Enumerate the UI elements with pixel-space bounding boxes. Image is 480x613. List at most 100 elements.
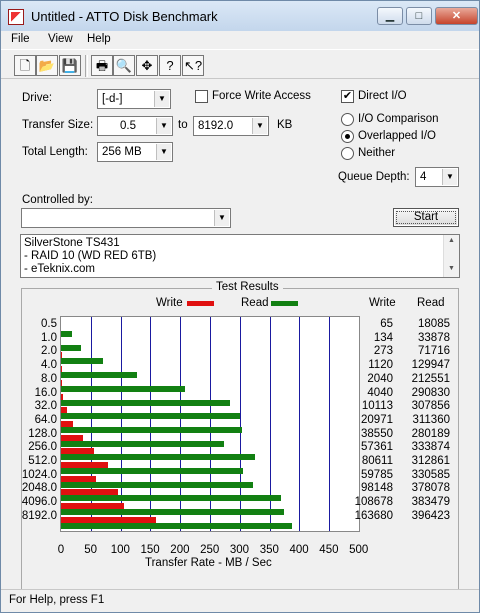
x-tick-label: 100 xyxy=(110,544,130,556)
write-column-header: Write xyxy=(369,297,396,309)
read-value: 333874 xyxy=(411,441,450,454)
direct-io-label: Direct I/O xyxy=(358,90,407,102)
write-value: 273 xyxy=(373,345,393,358)
read-column-header: Read xyxy=(417,297,445,309)
scroll-down-icon[interactable]: ▼ xyxy=(448,265,455,272)
save-icon[interactable]: 💾 xyxy=(59,55,81,76)
chevron-down-icon: ▼ xyxy=(214,210,229,226)
read-value: 290830 xyxy=(411,386,450,399)
category-label: 128.0 xyxy=(28,427,57,440)
window-title: Untitled - ATTO Disk Benchmark xyxy=(31,9,218,24)
transfer-size-label: Transfer Size: xyxy=(22,119,94,131)
help-icon[interactable]: ? xyxy=(159,55,181,76)
category-label: 4096.0 xyxy=(21,496,57,509)
queue-depth-label: Queue Depth: xyxy=(338,171,410,183)
print-icon[interactable]: 🖶 xyxy=(91,55,113,76)
category-label: 8192.0 xyxy=(21,509,57,522)
read-legend-swatch xyxy=(271,301,298,306)
category-label: 1.0 xyxy=(41,331,57,344)
x-tick-label: 350 xyxy=(259,544,279,556)
x-axis-title: Transfer Rate - MB / Sec xyxy=(145,557,272,569)
read-bar xyxy=(61,454,256,461)
write-value: 57361 xyxy=(361,441,393,454)
chevron-down-icon: ▼ xyxy=(156,118,171,134)
chevron-down-icon: ▼ xyxy=(442,169,457,185)
toolbar: 🗋 📂 💾 🖶 🔍 ✥ ? ↖? xyxy=(1,49,479,79)
unit-label: KB xyxy=(277,119,293,131)
menu-help[interactable]: Help xyxy=(87,33,111,45)
x-tick-label: 300 xyxy=(229,544,250,556)
write-value: 38550 xyxy=(361,427,393,440)
x-tick-label: 400 xyxy=(289,544,309,556)
close-button[interactable]: ✕ xyxy=(435,7,478,25)
notes-line: - RAID 10 (WD RED 6TB) xyxy=(24,250,157,262)
read-value: 33878 xyxy=(418,331,450,344)
write-legend-swatch xyxy=(187,301,214,306)
notes-scrollbar[interactable]: ▲ ▼ xyxy=(443,235,459,277)
new-icon[interactable]: 🗋 xyxy=(14,55,36,76)
force-write-checkbox[interactable] xyxy=(195,90,208,103)
read-legend-label: Read xyxy=(241,297,269,309)
read-bar xyxy=(61,495,282,502)
minimize-button[interactable]: ▁ xyxy=(377,7,403,25)
maximize-button[interactable]: □ xyxy=(406,7,432,25)
x-tick-label: 450 xyxy=(319,544,339,556)
controlled-by-select[interactable]: ▼ xyxy=(21,208,231,228)
gridline xyxy=(329,317,331,531)
start-button[interactable]: Start xyxy=(393,208,459,227)
atto-window: Untitled - ATTO Disk Benchmark ▁ □ ✕ Fil… xyxy=(0,0,480,613)
write-value: 108678 xyxy=(354,496,393,509)
chevron-down-icon: ▼ xyxy=(156,144,171,160)
open-icon[interactable]: 📂 xyxy=(36,55,58,76)
notes-textarea[interactable]: SilverStone TS431 - RAID 10 (WD RED 6TB)… xyxy=(20,234,460,278)
write-value: 10113 xyxy=(361,400,393,413)
scroll-up-icon[interactable]: ▲ xyxy=(448,237,455,244)
transfer-from-select[interactable]: 0.5 ▼ xyxy=(97,116,173,136)
read-bar xyxy=(61,358,103,365)
category-label: 64.0 xyxy=(34,413,57,426)
read-bar xyxy=(61,481,254,488)
read-bar xyxy=(61,385,185,392)
queue-depth-select[interactable]: 4 ▼ xyxy=(415,167,459,187)
neither-radio[interactable] xyxy=(341,147,354,160)
transfer-to-value: 8192.0 xyxy=(198,120,234,132)
category-label: 256.0 xyxy=(28,441,57,454)
drive-select[interactable]: [-d-] ▼ xyxy=(97,89,171,109)
drive-value: [-d-] xyxy=(102,93,123,105)
menu-view[interactable]: View xyxy=(48,33,73,45)
category-label: 2048.0 xyxy=(21,482,57,495)
read-value: 307856 xyxy=(411,400,450,413)
io-comparison-label: I/O Comparison xyxy=(358,113,439,125)
to-label: to xyxy=(178,119,188,131)
move-icon[interactable]: ✥ xyxy=(136,55,158,76)
x-tick-label: 150 xyxy=(140,544,160,556)
print-preview-icon[interactable]: 🔍 xyxy=(113,55,135,76)
write-value: 1120 xyxy=(368,359,393,372)
x-tick-label: 200 xyxy=(170,544,190,556)
context-help-icon[interactable]: ↖? xyxy=(182,55,204,76)
total-length-label: Total Length: xyxy=(22,146,88,158)
category-label: 16.0 xyxy=(34,386,57,399)
controlled-by-label: Controlled by: xyxy=(22,194,93,206)
category-label: 2.0 xyxy=(41,345,57,358)
x-tick-label: 50 xyxy=(84,544,97,556)
transfer-to-select[interactable]: 8192.0 ▼ xyxy=(193,116,269,136)
read-bar xyxy=(61,331,72,337)
direct-io-checkbox[interactable]: ✔ xyxy=(341,90,354,103)
neither-label: Neither xyxy=(358,147,396,159)
overlapped-io-radio[interactable] xyxy=(341,130,354,143)
io-comparison-radio[interactable] xyxy=(341,113,354,126)
write-value: 163680 xyxy=(354,509,393,522)
x-tick-label: 250 xyxy=(200,544,220,556)
force-write-label: Force Write Access xyxy=(212,90,311,102)
read-value: 212551 xyxy=(411,372,450,385)
read-bar xyxy=(61,440,225,447)
gridline xyxy=(299,317,301,531)
menu-file[interactable]: File xyxy=(11,33,30,45)
read-value: 378078 xyxy=(411,482,450,495)
status-bar: For Help, press F1 xyxy=(1,589,479,613)
read-bar xyxy=(61,468,244,474)
write-value: 59785 xyxy=(361,468,393,481)
chevron-down-icon: ▼ xyxy=(252,118,267,134)
total-length-select[interactable]: 256 MB ▼ xyxy=(97,142,173,162)
